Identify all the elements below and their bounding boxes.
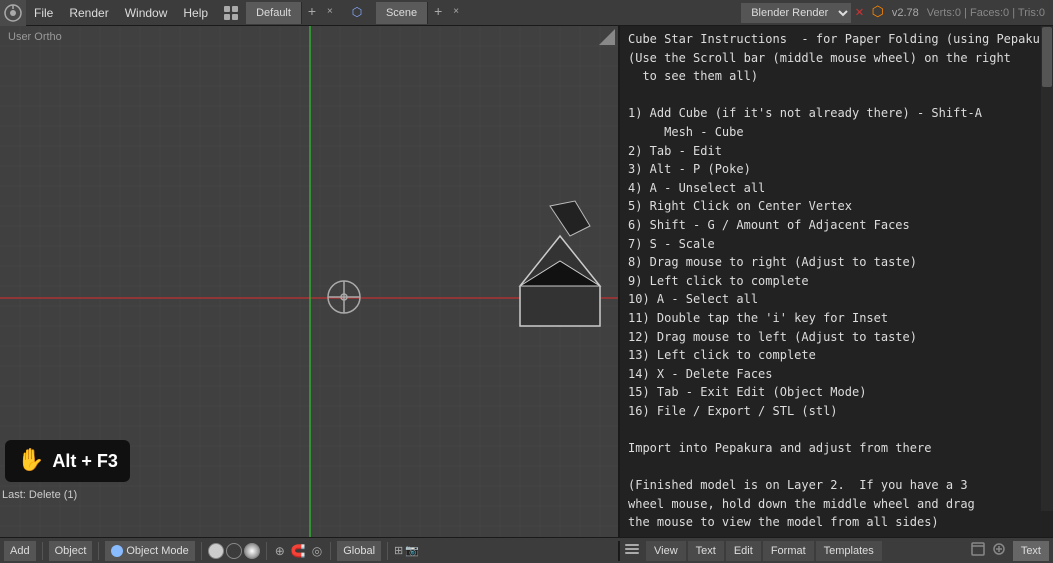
- add-btn[interactable]: Add: [4, 541, 36, 561]
- menu-render[interactable]: Render: [61, 0, 116, 26]
- te-text-btn[interactable]: Text: [688, 541, 724, 561]
- text-body: Cube Star Instructions - for Paper Foldi…: [628, 30, 1045, 537]
- bottom-bar: Add Object Object Mode ⊕ 🧲 ◎ Global ⊞: [0, 537, 1053, 563]
- te-extra-icon: [971, 542, 985, 559]
- blender-icon: [0, 0, 26, 26]
- snap-icon[interactable]: 🧲: [289, 544, 308, 558]
- te-bottom-right: Text: [971, 541, 1049, 561]
- stats-display: Verts:0 | Faces:0 | Tris:0: [923, 7, 1049, 19]
- extra-controls: ⊞ 📷: [394, 544, 419, 557]
- crosshair: [328, 281, 360, 313]
- mode-selector[interactable]: Object Mode: [105, 541, 194, 561]
- last-op-count: (1): [64, 489, 77, 501]
- render-icon[interactable]: 📷: [405, 544, 419, 557]
- hand-icon: ✋: [17, 448, 44, 474]
- wireframe-btn[interactable]: [226, 543, 242, 559]
- scrollbar[interactable]: [1041, 26, 1053, 511]
- menu-file[interactable]: File: [26, 0, 61, 26]
- workspace-add-btn[interactable]: +: [302, 3, 322, 23]
- object-btn[interactable]: Object: [49, 541, 93, 561]
- text-editor-bottom-bar: View Text Edit Format Templates Text: [620, 541, 1053, 561]
- viewport-label: User Ortho: [8, 31, 62, 43]
- blender-logo-icon: ⬡: [868, 4, 888, 21]
- text-editor: Cube Star Instructions - for Paper Foldi…: [620, 26, 1053, 537]
- te-edit-btn[interactable]: Edit: [726, 541, 761, 561]
- viewport-extra-icons: ⊕ 🧲 ◎: [273, 544, 325, 558]
- viewport-bottom-bar: Add Object Object Mode ⊕ 🧲 ◎ Global ⊞: [0, 541, 620, 561]
- layers-icon[interactable]: ⊞: [394, 544, 403, 557]
- solid-shading-btn[interactable]: [208, 543, 224, 559]
- divider-1: [42, 542, 43, 560]
- last-operation: Last: Delete (1): [2, 489, 77, 501]
- transform-btn[interactable]: Global: [337, 541, 381, 561]
- viewport[interactable]: User Ortho ✋ Alt + F3 Last: Delete (1): [0, 26, 620, 537]
- shading-controls: [208, 543, 260, 559]
- workspace-tabs: Default + ×: [246, 2, 338, 24]
- scene-tab[interactable]: Scene: [376, 2, 428, 24]
- te-templates-btn[interactable]: Templates: [816, 541, 882, 561]
- proportional-icon[interactable]: ◎: [310, 544, 324, 558]
- mode-label: Object Mode: [126, 545, 188, 557]
- shortcut-overlay: ✋ Alt + F3: [5, 440, 130, 482]
- menu-help[interactable]: Help: [175, 0, 216, 26]
- last-op-text: Last: Delete: [2, 489, 61, 501]
- te-format-btn[interactable]: Format: [763, 541, 814, 561]
- scene-close-btn[interactable]: ×: [448, 5, 464, 21]
- workspace-tab-default[interactable]: Default: [246, 2, 302, 24]
- mode-icon: [111, 545, 123, 557]
- layout-icon: [220, 2, 242, 24]
- top-bar-right: Blender Render Cycles Render ✕ ⬡ v2.78 V…: [741, 3, 1053, 23]
- scene-add-btn[interactable]: +: [428, 3, 448, 23]
- divider-3: [201, 542, 202, 560]
- workspace-close-btn[interactable]: ×: [322, 5, 338, 21]
- scrollbar-thumb[interactable]: [1042, 27, 1052, 87]
- menu-window[interactable]: Window: [117, 0, 176, 26]
- te-panel-icon: [624, 541, 640, 560]
- divider-5: [330, 542, 331, 560]
- te-view-btn[interactable]: View: [646, 541, 686, 561]
- te-mode-btn[interactable]: Text: [1013, 541, 1049, 561]
- te-icon2: [988, 542, 1010, 559]
- scene-icon: ⬡: [346, 2, 368, 24]
- blender-version: v2.78: [892, 7, 919, 19]
- rendered-btn[interactable]: [244, 543, 260, 559]
- top-bar: File Render Window Help Default + × ⬡ Sc…: [0, 0, 1053, 26]
- renderer-selector[interactable]: Blender Render Cycles Render: [741, 3, 851, 23]
- divider-4: [266, 542, 267, 560]
- pivot-icon[interactable]: ⊕: [273, 544, 287, 558]
- viewport-corner-btn[interactable]: [599, 29, 615, 50]
- text-editor-content[interactable]: Cube Star Instructions - for Paper Foldi…: [620, 26, 1053, 537]
- scene-tabs: Scene + ×: [376, 2, 464, 24]
- divider-6: [387, 542, 388, 560]
- renderer-close-btn[interactable]: ✕: [855, 4, 863, 21]
- main-area: User Ortho ✋ Alt + F3 Last: Delete (1) C…: [0, 26, 1053, 537]
- divider-2: [98, 542, 99, 560]
- shortcut-text: Alt + F3: [52, 451, 118, 472]
